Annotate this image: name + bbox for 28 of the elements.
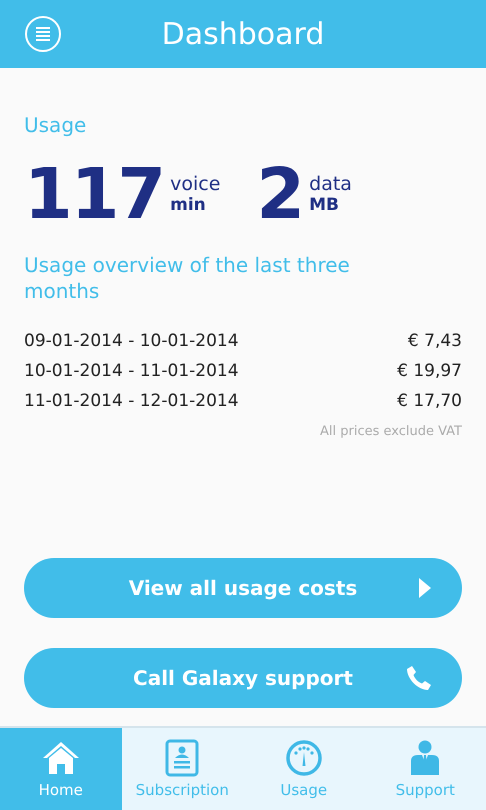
action-button[interactable]: Call Galaxy support bbox=[24, 648, 462, 708]
stat-value: 2 bbox=[256, 156, 304, 232]
tab[interactable]: Support bbox=[364, 728, 486, 810]
home-icon bbox=[42, 739, 80, 777]
phone-icon bbox=[406, 665, 432, 691]
action-button[interactable]: View all usage costs bbox=[24, 558, 462, 618]
section-title: Usage overview of the last three months bbox=[24, 252, 351, 304]
stat-unit: min bbox=[170, 195, 207, 215]
stat-label: voice bbox=[170, 173, 220, 195]
period-text: 09-01-2014 - 10-01-2014 bbox=[24, 330, 239, 353]
amount-text: € 17,70 bbox=[397, 390, 462, 413]
stat-label: data bbox=[309, 173, 352, 195]
gauge-icon bbox=[284, 739, 323, 777]
page-title: Dashboard bbox=[162, 16, 324, 52]
amount-text: € 19,97 bbox=[397, 360, 462, 383]
period-text: 10-01-2014 - 11-01-2014 bbox=[24, 360, 239, 383]
play-arrow-icon bbox=[418, 577, 432, 599]
amount-text: € 7,43 bbox=[408, 330, 462, 353]
tab[interactable]: Subscription bbox=[122, 728, 243, 810]
stat-unit: MB bbox=[309, 195, 340, 215]
id-card-icon bbox=[163, 739, 202, 777]
menu-icon[interactable] bbox=[24, 15, 62, 53]
stat-value: 117 bbox=[24, 156, 164, 232]
tab[interactable]: Usage bbox=[243, 728, 364, 810]
period-text: 11-01-2014 - 12-01-2014 bbox=[24, 390, 239, 413]
vat-note: All prices exclude VAT bbox=[320, 424, 462, 439]
section-title: Usage bbox=[24, 112, 86, 138]
tab[interactable]: Home bbox=[0, 728, 122, 810]
